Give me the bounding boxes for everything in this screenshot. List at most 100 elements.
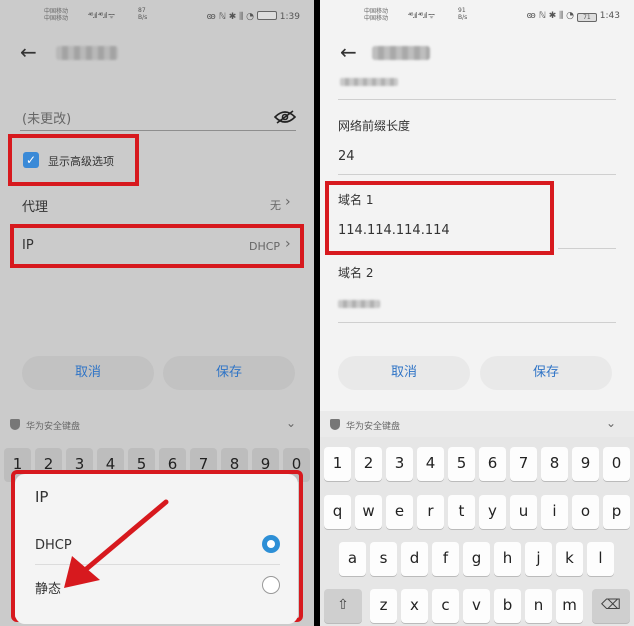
ip-label: IP (22, 238, 34, 253)
dialog-title: IP (35, 488, 49, 506)
show-advanced-label: 显示高级选项 (48, 155, 114, 168)
save-button[interactable]: 保存 (480, 356, 612, 390)
key[interactable]: l (587, 542, 614, 576)
key[interactable]: e (386, 495, 413, 529)
left-screen: 中国移动 中国移动 ⁴⁶.ıl ⁴⁶.ıl ᯤ 87 B/s ꙭ ℕ ✱ ⫼ ◔… (0, 0, 314, 626)
network-name-blurred (56, 46, 118, 60)
key[interactable]: h (494, 542, 521, 576)
key[interactable]: 4 (417, 447, 444, 481)
save-button[interactable]: 保存 (163, 356, 295, 390)
key[interactable]: r (417, 495, 444, 529)
key[interactable]: d (401, 542, 428, 576)
key[interactable]: 9 (572, 447, 599, 481)
field-underline (338, 174, 616, 175)
carrier-labels: 中国移动 中国移动 (44, 8, 68, 22)
signal-icon: ⁴⁶.ıl ⁴⁶.ıl ᯤ (408, 11, 435, 20)
network-name-blurred (372, 46, 430, 60)
radio-static[interactable] (262, 576, 280, 594)
back-arrow-icon[interactable]: ← (340, 42, 360, 62)
battery-icon: 71 (576, 13, 597, 22)
key[interactable]: p (603, 495, 630, 529)
keyboard-header: 华为安全键盘 ⌄ (320, 411, 634, 437)
clock: 1:39 (279, 12, 300, 22)
field-underline (338, 99, 616, 100)
proxy-value[interactable]: 无 (270, 197, 281, 213)
dns1-label: 域名 1 (338, 193, 374, 207)
key[interactable]: b (494, 589, 521, 623)
zxcv-row: ⇧ z x c v b n m ⌫ (320, 589, 634, 623)
key[interactable]: m (556, 589, 583, 623)
chevron-down-icon[interactable]: ⌄ (286, 416, 296, 430)
key[interactable]: 2 (355, 447, 382, 481)
cancel-button[interactable]: 取消 (338, 356, 470, 390)
field-underline (338, 322, 616, 323)
blurred-field-value (340, 78, 398, 86)
key[interactable]: f (432, 542, 459, 576)
show-advanced-checkbox[interactable]: ✓ (23, 152, 39, 168)
status-icons: ꙭ ℕ ✱ ⫼ ◔ (526, 11, 575, 21)
battery-icon (256, 11, 277, 20)
carrier-1: 中国移动 (44, 8, 69, 15)
option-static-label[interactable]: 静态 (35, 578, 61, 597)
delete-key-icon[interactable]: ⌫ (592, 589, 630, 623)
dns2-input[interactable] (338, 300, 380, 308)
key[interactable]: q (324, 495, 351, 529)
proxy-label: 代理 (22, 200, 49, 215)
key[interactable]: o (572, 495, 599, 529)
key[interactable]: x (401, 589, 428, 623)
chevron-right-icon: › (285, 194, 291, 210)
speed-unit: B/s (458, 14, 468, 21)
key[interactable]: j (525, 542, 552, 576)
cancel-button[interactable]: 取消 (22, 356, 154, 390)
key[interactable]: v (463, 589, 490, 623)
keyboard: 1 2 3 4 5 6 7 8 9 0 q w e r t y u i o p … (320, 437, 634, 626)
pointer-arrow-icon (64, 499, 169, 588)
prefix-length-input[interactable]: 24 (338, 149, 355, 164)
keyboard-header: 华为安全键盘 ⌄ (0, 411, 314, 437)
key[interactable]: 5 (448, 447, 475, 481)
signal-icon: ⁴⁶.ıl ⁴⁶.ıl ᯤ (88, 11, 115, 20)
status-icons: ꙭ ℕ ✱ ⫼ ◔ (206, 12, 255, 22)
right-screen: 中国移动 中国移动 ⁴⁶.ıl ⁴⁶.ıl ᯤ 91 B/s ꙭ ℕ ✱ ⫼ ◔… (320, 0, 634, 626)
carrier-2: 中国移动 (364, 15, 389, 22)
password-field[interactable]: (未更改) (22, 108, 71, 127)
shift-key-icon[interactable]: ⇧ (324, 589, 362, 623)
key[interactable]: g (463, 542, 490, 576)
key[interactable]: 1 (324, 447, 351, 481)
key[interactable]: u (510, 495, 537, 529)
asdf-row: a s d f g h j k l (320, 542, 634, 576)
back-arrow-icon[interactable]: ← (20, 42, 40, 62)
key[interactable]: a (339, 542, 366, 576)
keyboard-label: 华为安全键盘 (346, 422, 401, 432)
key[interactable]: t (448, 495, 475, 529)
key[interactable]: i (541, 495, 568, 529)
prefix-length-label: 网络前缀长度 (338, 119, 411, 133)
key[interactable]: n (525, 589, 552, 623)
ip-mode-value[interactable]: DHCP (249, 240, 280, 253)
key[interactable]: 3 (386, 447, 413, 481)
key[interactable]: 6 (479, 447, 506, 481)
key[interactable]: 7 (510, 447, 537, 481)
chevron-down-icon[interactable]: ⌄ (606, 416, 616, 430)
key[interactable]: y (479, 495, 506, 529)
key[interactable]: 0 (603, 447, 630, 481)
carrier-2: 中国移动 (44, 15, 69, 22)
key[interactable]: z (370, 589, 397, 623)
dns1-input[interactable]: 114.114.114.114 (338, 223, 450, 238)
chevron-right-icon: › (285, 236, 291, 252)
key[interactable]: c (432, 589, 459, 623)
speed-value: 87 (138, 7, 146, 14)
eye-off-icon[interactable] (274, 110, 296, 124)
network-speed: 91 B/s (458, 7, 467, 21)
clock: 1:43 (599, 11, 620, 21)
status-bar: 中国移动 中国移动 ⁴⁶.ıl ⁴⁶.ıl ᯤ 91 B/s ꙭ ℕ ✱ ⫼ ◔… (320, 0, 634, 30)
key[interactable]: s (370, 542, 397, 576)
radio-dhcp-selected[interactable] (262, 535, 280, 553)
speed-unit: B/s (138, 14, 148, 21)
status-right: ꙭ ℕ ✱ ⫼ ◔ 1:39 (207, 11, 300, 22)
network-speed: 87 B/s (138, 7, 147, 21)
key[interactable]: 8 (541, 447, 568, 481)
key[interactable]: k (556, 542, 583, 576)
shield-icon (330, 419, 340, 430)
key[interactable]: w (355, 495, 382, 529)
